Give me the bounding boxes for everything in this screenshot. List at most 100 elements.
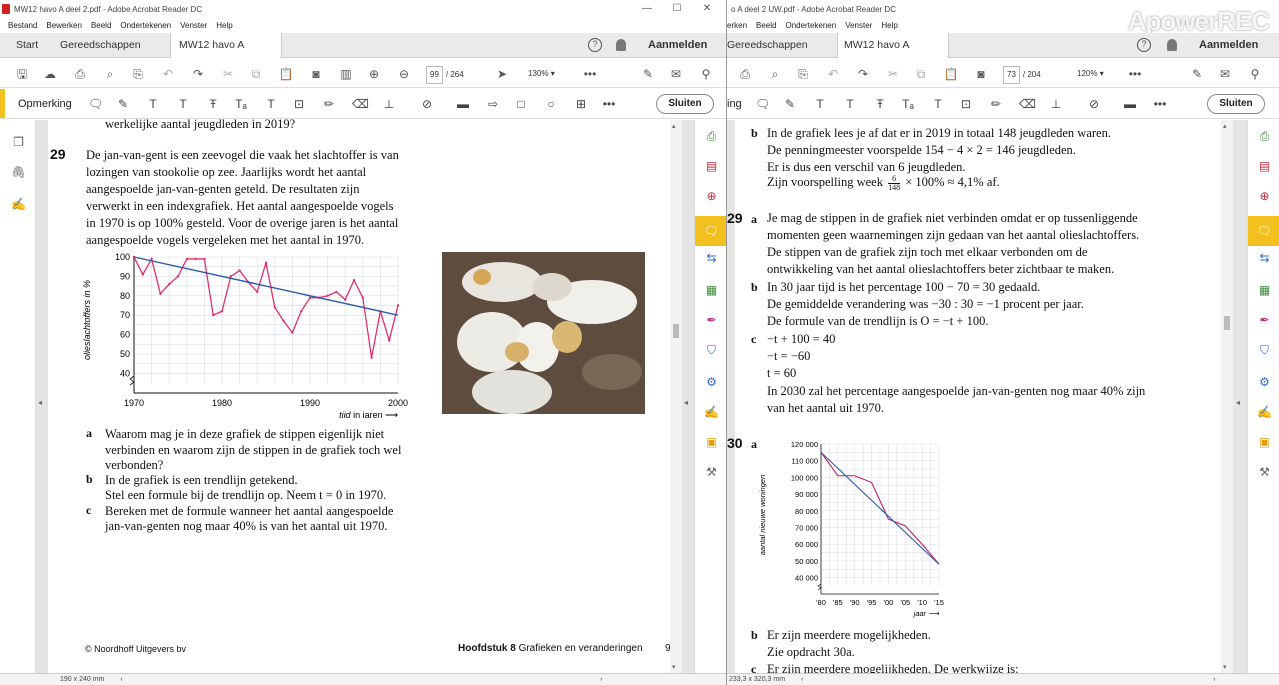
next-page-icon[interactable]: ⊖ xyxy=(396,66,412,82)
organize-pages-icon[interactable]: ▦ xyxy=(703,282,720,299)
add-text-icon[interactable]: T xyxy=(931,97,945,111)
stamp-icon[interactable]: ⊥ xyxy=(382,97,396,111)
insert-text-icon[interactable]: Tₐ xyxy=(901,97,915,111)
underline-text-icon[interactable]: T xyxy=(146,97,160,111)
maximize-button[interactable]: ☐ xyxy=(662,0,692,18)
stamp-icon[interactable]: ⊥ xyxy=(1049,97,1063,111)
send-for-signature-icon[interactable]: ✍ xyxy=(703,404,720,421)
strikethrough-icon[interactable]: T xyxy=(843,97,857,111)
optimize-icon[interactable]: ⚙ xyxy=(1256,374,1273,391)
mail-icon[interactable]: ✉ xyxy=(1217,66,1233,82)
pencil-icon[interactable]: ✏ xyxy=(989,97,1003,111)
arrow-icon[interactable]: ⇨ xyxy=(486,97,500,111)
menu-bestand[interactable]: Bestand xyxy=(8,21,37,30)
export-pdf-icon[interactable]: ⎙ xyxy=(1256,128,1273,145)
bell-icon[interactable] xyxy=(616,39,626,51)
highlighter-icon[interactable]: ✎ xyxy=(116,97,130,111)
document-search-icon[interactable]: ⎘ xyxy=(130,66,146,82)
close-comment-button[interactable]: Sluiten xyxy=(1207,94,1265,114)
more-icon[interactable]: ••• xyxy=(1153,97,1167,111)
menu-help[interactable]: Help xyxy=(216,21,232,30)
share-user-icon[interactable]: ⚲ xyxy=(698,66,714,82)
cut-icon[interactable]: ✂ xyxy=(220,66,236,82)
comment-tool-icon[interactable]: 🗨 xyxy=(695,216,726,246)
menu-venster[interactable]: Venster xyxy=(180,21,207,30)
fill-sign-icon[interactable]: ✒ xyxy=(703,312,720,329)
scroll-down-icon[interactable]: ▾ xyxy=(672,663,676,671)
collapse-right-icon[interactable]: ◂ xyxy=(684,398,688,407)
edit-pdf-icon[interactable]: ⊕ xyxy=(703,188,720,205)
more-tools-wrench-icon[interactable]: ⚒ xyxy=(703,464,720,481)
tab-document[interactable]: MW12 havo A deel...✕ xyxy=(170,33,282,76)
scroll-up-icon[interactable]: ▴ xyxy=(672,122,676,130)
more-icon[interactable]: ••• xyxy=(602,97,616,111)
protect-icon[interactable]: ⛉ xyxy=(1256,342,1273,359)
menu-beeld[interactable]: Beeld xyxy=(91,21,111,30)
minimize-button[interactable]: — xyxy=(632,0,662,18)
select-cursor-icon[interactable]: ➤ xyxy=(494,66,510,82)
page-number-input[interactable]: 99 xyxy=(426,66,443,84)
share-user-icon[interactable]: ⚲ xyxy=(1247,66,1263,82)
text-box-icon[interactable]: ⊡ xyxy=(959,97,973,111)
search-icon[interactable]: ⌕ xyxy=(102,66,118,82)
replace-text-icon[interactable]: Ŧ xyxy=(206,97,220,111)
eraser-icon[interactable]: ⌫ xyxy=(1019,97,1036,111)
sticky-note-icon[interactable]: 🗨 xyxy=(88,97,103,111)
snapshot-icon[interactable]: ◙ xyxy=(308,66,324,82)
paste-icon[interactable]: 📋 xyxy=(943,66,959,82)
add-text-icon[interactable]: T xyxy=(264,97,278,111)
fill-sign-icon[interactable]: ✒ xyxy=(1256,312,1273,329)
redo-icon[interactable]: ↷ xyxy=(855,66,871,82)
edit-pdf-icon[interactable]: ⊕ xyxy=(1256,188,1273,205)
scroll-down-icon[interactable]: ▾ xyxy=(1223,663,1227,671)
hscroll-left-icon[interactable]: ‹ xyxy=(120,676,122,683)
print-icon[interactable]: ⎙ xyxy=(737,66,753,82)
organize-pages-icon[interactable]: ▦ xyxy=(1256,282,1273,299)
collapse-left-icon[interactable]: ◂ xyxy=(38,398,42,407)
hscroll-right-icon[interactable]: › xyxy=(600,674,602,685)
page-number-input[interactable]: 73 xyxy=(1003,66,1020,84)
help-icon[interactable]: ? xyxy=(1137,38,1151,52)
page-thumbnails-icon[interactable]: ❐ xyxy=(11,135,26,150)
insert-text-icon[interactable]: Tₐ xyxy=(234,97,248,111)
upload-cloud-icon[interactable]: ☁ xyxy=(42,66,58,82)
eraser-icon[interactable]: ⌫ xyxy=(352,97,369,111)
send-track-icon[interactable]: ▣ xyxy=(703,434,720,451)
sign-in-button[interactable]: Aanmelden xyxy=(1199,33,1258,58)
tab-tools[interactable]: Gereedschappen xyxy=(727,33,808,58)
more-tools-wrench-icon[interactable]: ⚒ xyxy=(1256,464,1273,481)
shape-settings-icon[interactable]: ⊞ xyxy=(574,97,588,111)
protect-icon[interactable]: ⛉ xyxy=(703,342,720,359)
menu-help[interactable]: Help xyxy=(881,21,897,30)
tab-tools[interactable]: Gereedschappen xyxy=(60,33,141,58)
tab-start[interactable]: Start xyxy=(16,33,38,58)
replace-text-icon[interactable]: Ŧ xyxy=(873,97,887,111)
optimize-icon[interactable]: ⚙ xyxy=(703,374,720,391)
hscroll-left-icon[interactable]: ‹ xyxy=(801,676,803,683)
pencil-icon[interactable]: ✏ xyxy=(322,97,336,111)
create-pdf-icon[interactable]: ▤ xyxy=(1256,158,1273,175)
tab-document[interactable]: MW12 havo A deel...✕ xyxy=(837,33,949,76)
copy-icon[interactable]: ⧉ xyxy=(913,66,929,82)
scroll-thumb[interactable] xyxy=(673,324,679,338)
signatures-icon[interactable]: ✍ xyxy=(11,197,26,212)
sticky-note-icon[interactable]: 🗨 xyxy=(755,97,770,111)
collapse-right-icon[interactable]: ◂ xyxy=(1236,398,1240,407)
sign-in-button[interactable]: Aanmelden xyxy=(648,33,707,58)
attach-icon[interactable]: ⊘ xyxy=(1087,97,1101,111)
two-page-icon[interactable]: ▥ xyxy=(338,66,354,82)
comment-tool-icon[interactable]: 🗨 xyxy=(1248,216,1279,246)
sign-pen-icon[interactable]: ✎ xyxy=(640,66,656,82)
more-tools-icon[interactable]: ••• xyxy=(1127,66,1143,82)
menu-bewerken[interactable]: erken xyxy=(727,21,747,30)
attach-icon[interactable]: ⊘ xyxy=(420,97,434,111)
scroll-up-icon[interactable]: ▴ xyxy=(1223,122,1227,130)
menu-ondertekenen[interactable]: Ondertekenen xyxy=(120,21,171,30)
highlighter-icon[interactable]: ✎ xyxy=(783,97,797,111)
mail-icon[interactable]: ✉ xyxy=(668,66,684,82)
paste-icon[interactable]: 📋 xyxy=(278,66,294,82)
vertical-scrollbar[interactable]: ▴ ▾ xyxy=(670,120,682,673)
line-icon[interactable]: ▬ xyxy=(456,97,470,111)
menu-beeld[interactable]: Beeld xyxy=(756,21,776,30)
hscroll-right-icon[interactable]: › xyxy=(1213,674,1215,685)
